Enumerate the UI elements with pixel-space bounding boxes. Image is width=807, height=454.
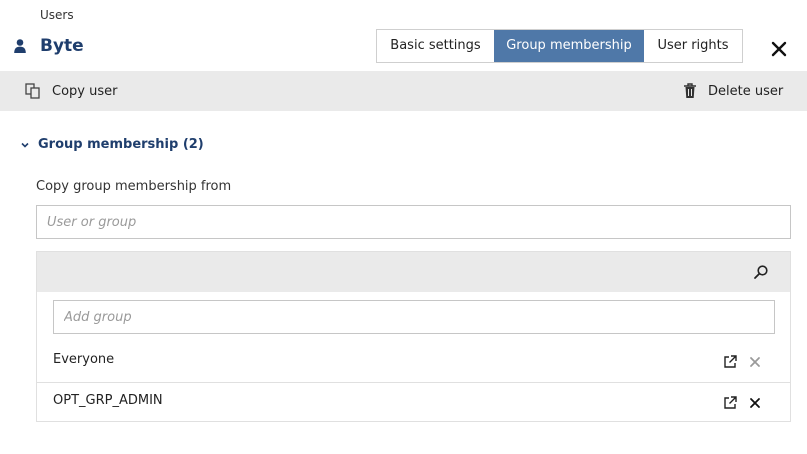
group-membership-section-toggle[interactable]: Group membership (2): [20, 137, 204, 152]
remove-icon[interactable]: [749, 397, 761, 409]
group-name: Everyone: [53, 352, 115, 367]
section-title: Group membership (2): [38, 137, 204, 152]
copy-from-label: Copy group membership from: [36, 179, 232, 194]
delete-user-label: Delete user: [708, 83, 784, 99]
search-icon[interactable]: [753, 264, 769, 280]
tab-bar: Basic settings Group membership User rig…: [376, 29, 743, 63]
chevron-down-icon: [21, 142, 29, 148]
user-icon: [14, 39, 26, 53]
external-link-icon[interactable]: [723, 355, 737, 369]
tab-group-membership[interactable]: Group membership: [494, 30, 644, 62]
group-name: OPT_GRP_ADMIN: [53, 393, 163, 408]
toolbar: Copy user Delete user: [0, 71, 807, 111]
page-header: Byte: [12, 36, 84, 56]
copy-user-label: Copy user: [52, 83, 118, 99]
copy-from-input[interactable]: [36, 205, 791, 239]
copy-icon: [25, 83, 40, 99]
external-link-icon[interactable]: [723, 396, 737, 410]
remove-icon[interactable]: [749, 356, 761, 368]
tab-user-rights[interactable]: User rights: [644, 30, 742, 62]
page-title: Byte: [40, 36, 84, 56]
trash-icon: [684, 83, 696, 98]
delete-user-button[interactable]: Delete user: [682, 71, 783, 111]
copy-user-button[interactable]: Copy user: [24, 71, 117, 111]
groups-panel-header: [37, 252, 790, 292]
list-item: OPT_GRP_ADMIN: [37, 383, 790, 423]
tab-basic-settings[interactable]: Basic settings: [377, 30, 494, 62]
groups-panel: Everyone OPT_GRP_ADMIN: [36, 251, 791, 422]
list-item: Everyone: [37, 342, 790, 383]
close-icon[interactable]: [768, 38, 790, 60]
breadcrumb[interactable]: Users: [40, 8, 74, 22]
add-group-input[interactable]: [53, 300, 775, 334]
